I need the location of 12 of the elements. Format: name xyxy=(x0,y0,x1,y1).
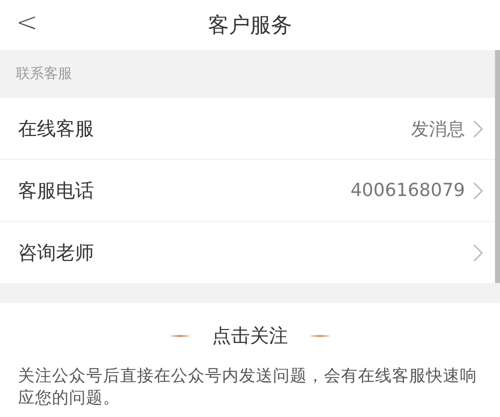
section-label: 联系客服 xyxy=(16,65,72,83)
page-title: 客户服务 xyxy=(208,12,292,39)
list-item[interactable]: 咨询老师 xyxy=(0,222,495,283)
chevron-right-icon xyxy=(473,182,483,200)
follow-description: 关注公众号后直接在公众号内发送问题，会有在线客服快速响应您的问题。 xyxy=(18,365,478,409)
decorative-dash xyxy=(170,335,190,337)
decorative-dash xyxy=(310,335,330,337)
back-button[interactable]: < xyxy=(12,8,42,38)
follow-link[interactable]: 点击关注 xyxy=(212,323,288,349)
scrollbar[interactable] xyxy=(495,50,500,283)
chevron-right-icon xyxy=(473,244,483,262)
chevron-right-icon xyxy=(473,120,483,138)
